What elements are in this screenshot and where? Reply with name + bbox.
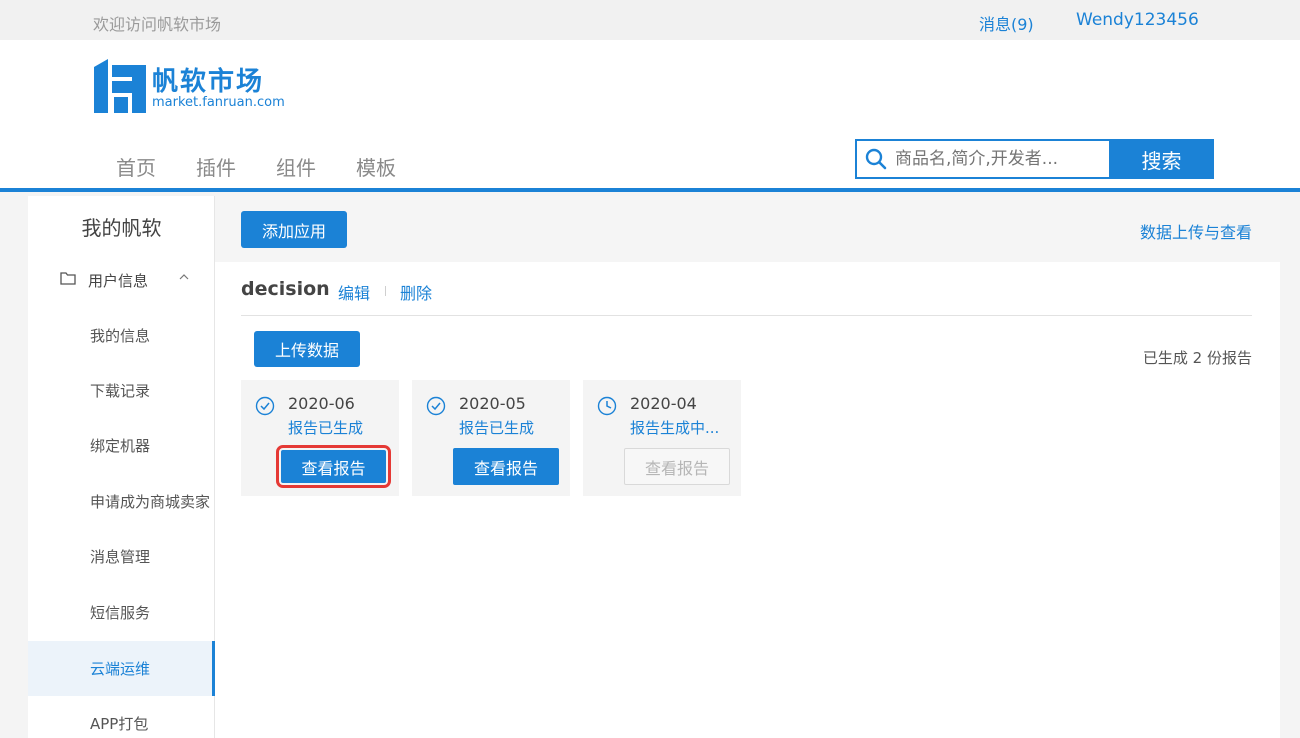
welcome-text: 欢迎访问帆软市场 bbox=[93, 15, 222, 34]
report-status: 报告生成中... bbox=[630, 419, 720, 437]
sidebar-item-cloud-ops[interactable]: 云端运维 bbox=[28, 641, 215, 696]
search-box bbox=[855, 139, 1109, 179]
app-header: decision 编辑 删除 bbox=[241, 278, 1252, 316]
logo-url: market.fanruan.com bbox=[152, 95, 285, 110]
search-button[interactable]: 搜索 bbox=[1109, 139, 1214, 179]
check-circle-icon bbox=[426, 396, 446, 416]
main-toolbar: 添加应用 数据上传与查看 bbox=[215, 196, 1280, 262]
report-card: 2020-05 报告已生成 查看报告 bbox=[412, 380, 570, 496]
sidebar-title: 我的帆软 bbox=[81, 216, 162, 240]
view-report-button[interactable]: 查看报告 bbox=[276, 445, 391, 488]
report-card: 2020-04 报告生成中... 查看报告 bbox=[583, 380, 741, 496]
sidebar-item-app-package[interactable]: APP打包 bbox=[28, 696, 215, 738]
nav-templates[interactable]: 模板 bbox=[356, 152, 396, 181]
sidebar-item-bind-machine[interactable]: 绑定机器 bbox=[28, 418, 215, 473]
sidebar-item-messages[interactable]: 消息管理 bbox=[28, 529, 215, 584]
divider bbox=[385, 286, 386, 296]
username-link[interactable]: Wendy123456 bbox=[1076, 10, 1199, 30]
messages-link[interactable]: 消息(9) bbox=[979, 11, 1034, 35]
top-bar: 欢迎访问帆软市场 消息(9) Wendy123456 bbox=[0, 0, 1300, 40]
edit-link[interactable]: 编辑 bbox=[338, 280, 370, 304]
app-name: decision bbox=[241, 278, 330, 300]
delete-link[interactable]: 删除 bbox=[400, 280, 432, 304]
view-report-button[interactable]: 查看报告 bbox=[453, 448, 559, 485]
main-content: 添加应用 数据上传与查看 decision 编辑 删除 上传数据 已生成 2 份… bbox=[215, 196, 1280, 738]
sidebar-item-my-info[interactable]: 我的信息 bbox=[28, 308, 215, 363]
chevron-up-icon bbox=[179, 274, 189, 280]
report-status: 报告已生成 bbox=[288, 419, 364, 437]
sidebar-item-become-seller[interactable]: 申请成为商城卖家 bbox=[28, 474, 215, 529]
folder-icon bbox=[60, 272, 76, 285]
data-upload-view-link[interactable]: 数据上传与查看 bbox=[1140, 219, 1252, 243]
clock-icon bbox=[597, 396, 617, 416]
report-date: 2020-05 bbox=[459, 394, 526, 413]
nav-home[interactable]: 首页 bbox=[116, 152, 156, 181]
nav-plugins[interactable]: 插件 bbox=[196, 152, 236, 181]
report-date: 2020-06 bbox=[288, 394, 355, 413]
report-card: 2020-06 报告已生成 查看报告 bbox=[241, 380, 399, 496]
site-header: 帆软市场 market.fanruan.com 首页 插件 组件 模板 搜索 bbox=[0, 40, 1300, 192]
site-logo[interactable]: 帆软市场 market.fanruan.com bbox=[94, 59, 294, 115]
logo-title: 帆软市场 bbox=[152, 67, 265, 97]
sidebar-item-sms[interactable]: 短信服务 bbox=[28, 585, 215, 640]
upload-data-button[interactable]: 上传数据 bbox=[254, 331, 360, 367]
nav-components[interactable]: 组件 bbox=[276, 152, 316, 181]
fanruan-logo-icon bbox=[94, 59, 146, 113]
search-icon bbox=[865, 148, 887, 170]
sidebar-group-user-info[interactable]: 用户信息 bbox=[58, 268, 198, 292]
report-count: 已生成 2 份报告 bbox=[1142, 349, 1252, 367]
add-app-button[interactable]: 添加应用 bbox=[241, 211, 347, 248]
sidebar-group-label: 用户信息 bbox=[88, 272, 149, 290]
search-input[interactable] bbox=[895, 147, 1100, 171]
view-report-button-disabled: 查看报告 bbox=[624, 448, 730, 485]
main-nav: 首页 插件 组件 模板 bbox=[116, 152, 436, 181]
report-status: 报告已生成 bbox=[459, 419, 535, 437]
sidebar-item-downloads[interactable]: 下载记录 bbox=[28, 363, 215, 418]
check-circle-icon bbox=[255, 396, 275, 416]
sidebar: 我的帆软 用户信息 我的信息 下载记录 绑定机器 申请成为商城卖家 消息管理 短… bbox=[28, 196, 215, 738]
report-date: 2020-04 bbox=[630, 394, 697, 413]
